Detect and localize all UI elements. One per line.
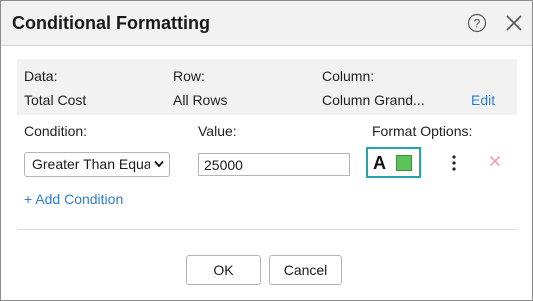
question-circle-icon[interactable]: ? [467, 13, 487, 33]
column-value: Column Grand... [322, 92, 425, 108]
column-label: Column: [322, 68, 375, 84]
edit-link[interactable]: Edit [471, 92, 495, 108]
row-value: All Rows [173, 92, 228, 108]
add-condition-link[interactable]: + Add Condition [24, 191, 123, 207]
condition-label: Condition: [24, 123, 88, 139]
format-options-button[interactable]: A [366, 147, 421, 178]
dialog-title: Conditional Formatting [12, 13, 210, 33]
data-label: Data: [24, 68, 58, 84]
ok-button[interactable]: OK [186, 255, 261, 285]
row-label: Row: [173, 68, 205, 84]
value-label: Value: [198, 123, 237, 139]
remove-condition-icon[interactable] [488, 154, 502, 168]
fill-color-swatch [396, 155, 412, 171]
conditional-formatting-dialog: Conditional Formatting ? Data: Total Cos… [0, 0, 533, 301]
condition-select-value: Greater Than Equal [32, 156, 150, 172]
format-options-label: Format Options: [372, 123, 473, 139]
text-format-icon: A [373, 153, 386, 173]
svg-text:?: ? [474, 17, 481, 31]
summary-panel: Data: Total Cost Row: All Rows Column: C… [17, 59, 517, 115]
cancel-button[interactable]: Cancel [269, 255, 342, 285]
value-input[interactable]: 25000 [198, 153, 350, 176]
condition-select[interactable]: Greater Than Equal [24, 152, 170, 177]
vertical-dots-icon[interactable] [449, 153, 459, 173]
data-value: Total Cost [24, 92, 87, 108]
chevron-down-icon [154, 160, 164, 168]
close-icon[interactable] [504, 13, 524, 33]
divider [17, 229, 517, 230]
title-bar: Conditional Formatting ? [1, 1, 532, 46]
